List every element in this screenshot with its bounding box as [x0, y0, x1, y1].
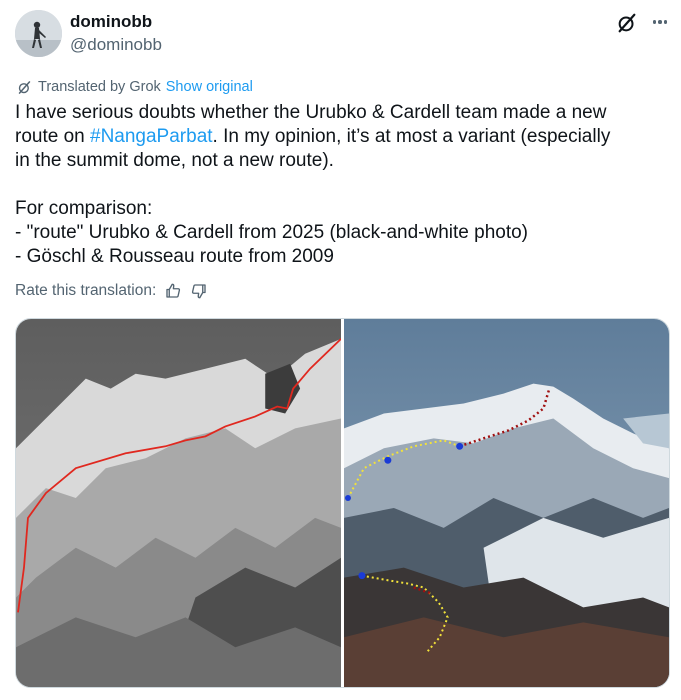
author-display-name[interactable]: dominobb: [70, 12, 152, 32]
author-handle[interactable]: @dominobb: [70, 35, 162, 55]
mountain-photo-color: [344, 319, 669, 687]
hashtag-link[interactable]: #NangaParbat: [90, 126, 213, 147]
mountain-photo-bw: [16, 319, 341, 687]
tweet-line: route on #NangaParbat. In my opinion, it…: [15, 125, 665, 149]
tweet-text-segment: . In my opinion, it’s at most a variant …: [212, 126, 611, 147]
translation-indicator: Translated by Grok Show original: [17, 78, 253, 96]
grok-icon[interactable]: [616, 12, 638, 34]
more-dots-icon[interactable]: [648, 10, 672, 34]
tweet-line: - Göschl & Rousseau route from 2009: [15, 246, 334, 267]
translated-by-label: Translated by Grok: [38, 79, 161, 95]
rate-translation-label: Rate this translation:: [15, 282, 157, 299]
tweet-text: I have serious doubts whether the Urubko…: [15, 101, 665, 269]
thumbs-up-icon[interactable]: [164, 282, 182, 300]
photo-color-route[interactable]: [344, 319, 669, 687]
rate-translation: Rate this translation:: [15, 281, 208, 301]
tweet-line: I have serious doubts whether the Urubko…: [15, 102, 607, 123]
photo-bw-route[interactable]: [16, 319, 341, 687]
grok-icon: [18, 80, 31, 94]
show-original-link[interactable]: Show original: [166, 79, 253, 95]
tweet-line: For comparison:: [15, 198, 153, 219]
media-grid: [15, 318, 670, 688]
thumbs-down-icon[interactable]: [190, 282, 208, 300]
tweet-text-segment: route on: [15, 126, 90, 147]
tweet-line: in the summit dome, not a new route).: [15, 150, 334, 171]
avatar[interactable]: [15, 10, 62, 57]
tweet-line: - "route" Urubko & Cardell from 2025 (bl…: [15, 222, 528, 243]
